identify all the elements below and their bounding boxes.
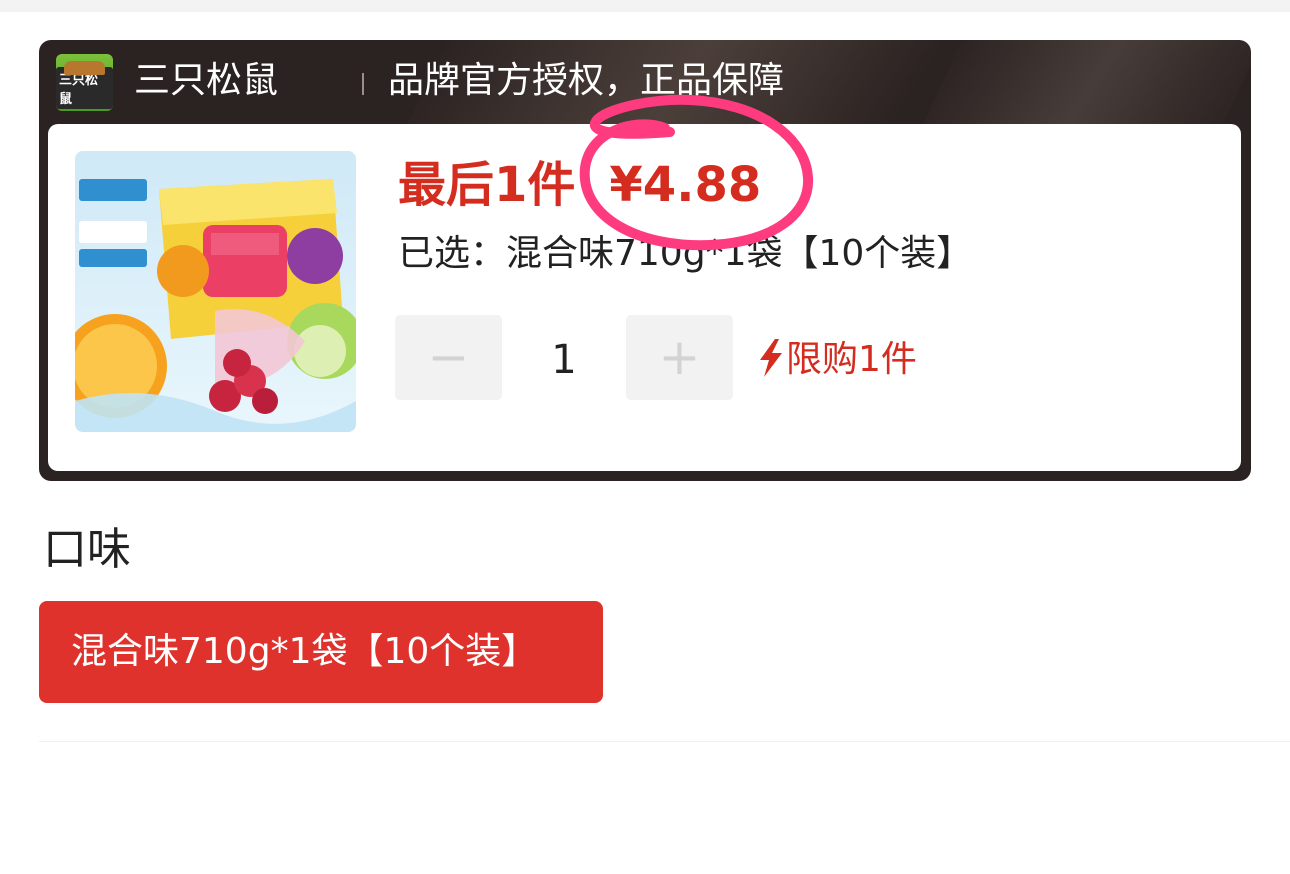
product-image[interactable] (75, 151, 356, 432)
brand-card: 三只松鼠 三只松鼠 品牌官方授权，正品保障 最后1件 ¥4.88 已选：混合味7… (39, 40, 1251, 481)
product-panel: 最后1件 ¥4.88 已选：混合味710g*1袋【10个装】 − 1 + 限购1件 (48, 124, 1241, 471)
product-price: ¥4.88 (609, 157, 762, 213)
flavor-title: 口味 (43, 524, 131, 575)
quantity-decrease-button[interactable]: − (395, 315, 502, 400)
purchase-limit-label: 限购1件 (786, 339, 917, 380)
product-image-art (75, 151, 356, 432)
stock-label: 最后1件 (398, 157, 576, 213)
brand-slogan: 品牌官方授权，正品保障 (388, 60, 785, 101)
quantity-value[interactable]: 1 (536, 336, 592, 384)
brand-divider (362, 73, 364, 95)
quantity-increase-button[interactable]: + (626, 315, 733, 400)
bottom-divider (39, 741, 1290, 742)
flavor-option-selected[interactable]: 混合味710g*1袋【10个装】 (39, 601, 603, 703)
brand-logo-icon: 三只松鼠 (56, 54, 113, 111)
squirrel-mascots-icon (64, 61, 105, 75)
brand-name: 三只松鼠 (134, 60, 279, 101)
lightning-bolt-icon (760, 339, 782, 377)
price-line: 最后1件 ¥4.88 (398, 156, 761, 216)
purchase-limit: 限购1件 (758, 336, 917, 384)
brand-header[interactable]: 三只松鼠 三只松鼠 品牌官方授权，正品保障 (39, 40, 1251, 125)
top-strip (0, 0, 1290, 12)
selected-spec: 已选：混合味710g*1袋【10个装】 (398, 233, 973, 274)
